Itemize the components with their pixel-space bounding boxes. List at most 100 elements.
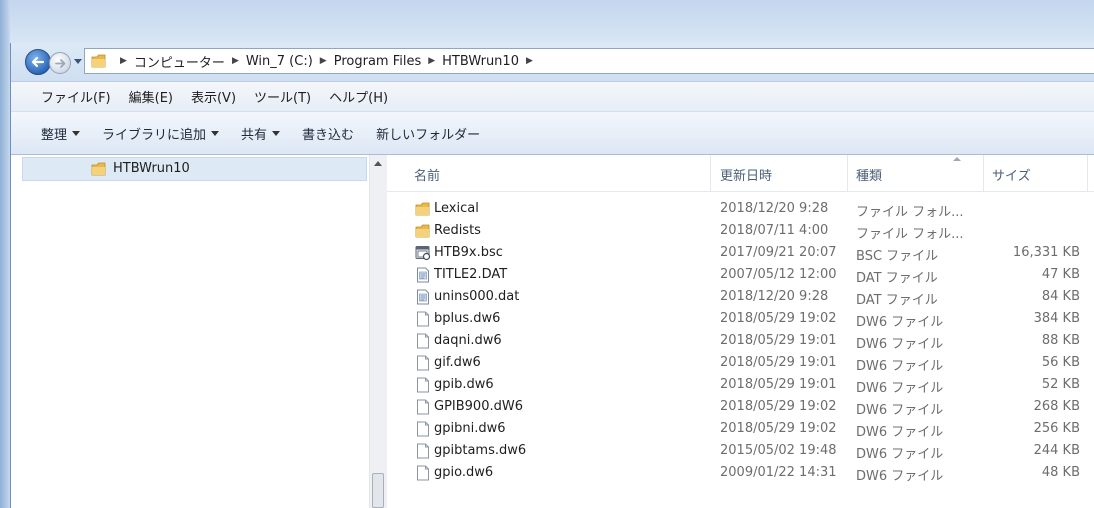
menu-item[interactable]: ファイル(F)	[11, 87, 120, 106]
blank-file-icon	[415, 377, 431, 397]
file-row[interactable]: gpib.dw6 2018/05/29 19:01 DW6 ファイル 52 KB	[387, 375, 1094, 397]
file-size: 268 KB	[1033, 399, 1080, 414]
file-name: gpibtams.dw6	[434, 443, 527, 458]
breadcrumb-chevron-icon[interactable]: ▶	[320, 56, 327, 66]
dropdown-arrow-icon	[72, 130, 81, 136]
file-type: DAT ファイル	[856, 271, 938, 286]
file-row[interactable]: gif.dw6 2018/05/29 19:01 DW6 ファイル 56 KB	[387, 353, 1094, 375]
file-modified-date: 2018/05/29 19:01	[720, 355, 837, 370]
file-name: gif.dw6	[434, 355, 481, 370]
file-modified-date: 2018/05/29 19:01	[720, 377, 837, 392]
file-row[interactable]: Lexical 2018/12/20 9:28 ファイル フォル...	[387, 199, 1094, 221]
command-toolbar: 整理 ライブラリに追加 共有 書き込む 新しいフォルダー	[11, 112, 1094, 155]
breadcrumb-chevron-icon[interactable]: ▶	[526, 56, 533, 66]
navigation-pane: HTBWrun10	[11, 155, 369, 508]
file-row[interactable]: HTB9x.bsc 2017/09/21 20:07 BSC ファイル 16,331 …	[387, 243, 1094, 265]
column-header-type[interactable]: 種類	[856, 165, 882, 184]
file-name: TITLE2.DAT	[434, 267, 508, 282]
toolbar-button[interactable]: 書き込む	[302, 124, 354, 143]
file-modified-date: 2018/12/20 9:28	[720, 201, 829, 216]
toolbar-button[interactable]: 新しいフォルダー	[376, 124, 480, 143]
address-bar-area: ▶ コンピューター ▶ Win_7 (C:) ▶ Program Files ▶ HTBWru…	[11, 43, 1094, 82]
file-type: ファイル フォル...	[856, 227, 964, 242]
sort-ascending-icon	[953, 157, 961, 161]
file-name: Redists	[434, 223, 481, 238]
bsc-file-icon	[415, 245, 431, 265]
file-modified-date: 2018/07/11 4:00	[720, 223, 829, 238]
blank-file-icon	[415, 311, 431, 331]
column-header-name[interactable]: 名前	[414, 165, 440, 184]
file-modified-date: 2018/05/29 19:02	[720, 399, 837, 414]
file-row[interactable]: GPIB900.dW6 2018/05/29 19:02 DW6 ファイル 268 K…	[387, 397, 1094, 419]
column-divider[interactable]	[847, 155, 848, 191]
breadcrumb-chevron-icon[interactable]: ▶	[232, 56, 239, 66]
file-row[interactable]: bplus.dw6 2018/05/29 19:02 DW6 ファイル 384 KB	[387, 309, 1094, 331]
column-divider[interactable]	[1087, 155, 1088, 191]
file-size: 244 KB	[1033, 443, 1080, 458]
file-type: DW6 ファイル	[856, 315, 944, 330]
file-modified-date: 2017/09/21 20:07	[720, 245, 837, 260]
breadcrumb-item[interactable]: Win_7 (C:)	[246, 54, 313, 69]
breadcrumb-chevron-icon[interactable]: ▶	[428, 56, 435, 66]
column-header-size[interactable]: サイズ	[992, 165, 1031, 184]
menu-item[interactable]: ヘルプ(H)	[320, 87, 397, 106]
file-row[interactable]: gpibtams.dw6 2015/05/02 19:48 DW6 ファイル 244 …	[387, 441, 1094, 463]
breadcrumb-item[interactable]: コンピューター	[134, 52, 225, 71]
file-row[interactable]: gpibni.dw6 2018/05/29 19:02 DW6 ファイル 256 KB	[387, 419, 1094, 441]
window-frame-left	[0, 0, 10, 508]
breadcrumb-item[interactable]: HTBWrun10	[442, 54, 519, 69]
file-modified-date: 2018/05/29 19:01	[720, 333, 837, 348]
file-modified-date: 2007/05/12 12:00	[720, 267, 837, 282]
tree-item-selected-folder[interactable]: HTBWrun10	[22, 157, 367, 181]
file-size: 256 KB	[1033, 421, 1080, 436]
menu-item[interactable]: 編集(E)	[120, 87, 182, 106]
file-row[interactable]: unins000.dat 2018/12/20 9:28 DAT ファイル 84 KB	[387, 287, 1094, 309]
toolbar-button[interactable]: 共有	[241, 124, 281, 143]
file-name: bplus.dw6	[434, 311, 501, 326]
breadcrumb-chevron-icon[interactable]: ▶	[120, 56, 127, 66]
menu-item[interactable]: ツール(T)	[245, 87, 320, 106]
file-row[interactable]: daqni.dw6 2018/05/29 19:01 DW6 ファイル 88 KB	[387, 331, 1094, 353]
blank-file-icon	[415, 443, 431, 463]
toolbar-button[interactable]: ライブラリに追加	[102, 124, 220, 143]
file-type: DW6 ファイル	[856, 381, 944, 396]
file-modified-date: 2018/12/20 9:28	[720, 289, 829, 304]
menu-item[interactable]: 表示(V)	[182, 87, 245, 106]
window-title-area	[10, 0, 1094, 43]
blank-file-icon	[415, 333, 431, 353]
file-name: GPIB900.dW6	[434, 399, 523, 414]
file-size: 384 KB	[1033, 311, 1080, 326]
folder-icon	[91, 54, 106, 68]
file-name: daqni.dw6	[434, 333, 502, 348]
dropdown-arrow-icon	[211, 130, 220, 136]
folder-icon	[415, 223, 431, 243]
forward-button[interactable]	[49, 52, 71, 74]
scroll-up-arrow-icon[interactable]	[374, 161, 382, 166]
file-list: 名前 更新日時 種類 サイズ Lexical 2018/12/20 9:28 ファイ…	[387, 155, 1094, 508]
recent-pages-dropdown[interactable]	[74, 59, 82, 64]
file-name: gpibni.dw6	[434, 421, 506, 436]
file-row[interactable]: TITLE2.DAT 2007/05/12 12:00 DAT ファイル 47 KB	[387, 265, 1094, 287]
toolbar-button-label: 共有	[241, 127, 268, 143]
back-button[interactable]	[25, 49, 51, 75]
text-file-icon	[415, 289, 431, 309]
file-row[interactable]: Redists 2018/07/11 4:00 ファイル フォル...	[387, 221, 1094, 243]
toolbar-button-label: 新しいフォルダー	[376, 127, 481, 143]
column-header-date[interactable]: 更新日時	[720, 165, 772, 184]
toolbar-button[interactable]: 整理	[41, 124, 81, 143]
address-field[interactable]: ▶ コンピューター ▶ Win_7 (C:) ▶ Program Files ▶ HTBWru…	[84, 48, 1094, 74]
column-divider[interactable]	[983, 155, 984, 191]
folder-icon	[415, 201, 431, 221]
toolbar-button-label: 整理	[41, 127, 68, 143]
menu-bar: ファイル(F) 編集(E) 表示(V) ツール(T) ヘルプ(H)	[11, 82, 1094, 112]
file-size: 52 KB	[1041, 377, 1080, 392]
breadcrumb-item[interactable]: Program Files	[334, 54, 422, 69]
column-divider[interactable]	[710, 155, 711, 191]
blank-file-icon	[415, 355, 431, 375]
scrollbar-thumb[interactable]	[372, 473, 384, 508]
arrow-left-icon	[31, 56, 45, 68]
navigation-scrollbar[interactable]	[369, 155, 387, 508]
file-type: DW6 ファイル	[856, 425, 944, 440]
file-row[interactable]: gpio.dw6 2009/01/22 14:31 DW6 ファイル 48 KB	[387, 463, 1094, 485]
tree-item-label: HTBWrun10	[113, 161, 190, 176]
